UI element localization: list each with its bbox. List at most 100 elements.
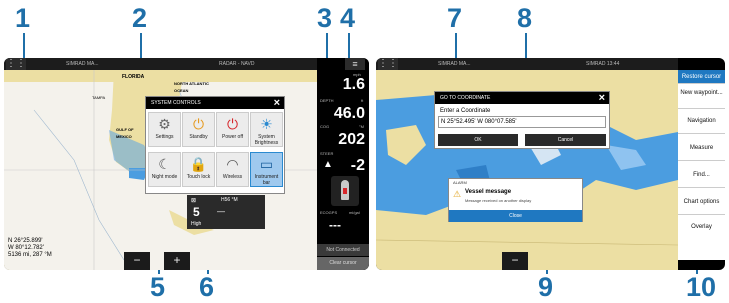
cog-unit: °M: [359, 124, 364, 129]
ecogps-value: ---: [329, 218, 341, 232]
instrument-bar-tile[interactable]: ▭ Instrument bar: [250, 152, 283, 187]
alarm-message: Vessel message: [465, 189, 512, 195]
callout-6: 6: [199, 272, 215, 302]
chart-options-item[interactable]: Chart options: [678, 189, 725, 215]
coordinate-prompt: Enter a Coordinate: [440, 108, 491, 114]
ecogps-unit: mi/gal: [349, 210, 360, 215]
night-mode-tile[interactable]: ☾ Night mode: [148, 152, 181, 187]
wireless-label: Wireless: [222, 174, 243, 180]
goto-coordinate-title: GO TO COORDINATE: [440, 95, 491, 101]
top-bar: SIMRAD MA... RADAR - NAVD: [4, 58, 317, 70]
clear-cursor-button[interactable]: Clear cursor: [317, 257, 369, 270]
callout-line-3: [326, 33, 328, 61]
night-mode-label: Night mode: [151, 174, 178, 180]
gear-icon: ⚙: [158, 116, 171, 132]
goto-coordinate-dialog: GO TO COORDINATE × Enter a Coordinate N …: [434, 91, 610, 149]
alarm-dialog: ALARM ⚠ Vessel message Message received …: [448, 178, 583, 222]
wireless-tile[interactable]: ◠ Wireless: [216, 152, 249, 187]
not-connected-status: Not Connected: [317, 244, 369, 256]
power-off-tile[interactable]: ⏻ Power off: [216, 112, 249, 147]
menu-button[interactable]: ≡: [345, 58, 365, 70]
callout-1: 1: [15, 3, 31, 33]
alarm-subtext: Message received on another display: [465, 198, 532, 203]
zoom-in-button[interactable]: +: [164, 252, 190, 270]
top-bar-left-text: SIMRAD MA...: [438, 61, 471, 67]
cursor-range-bearing: 5136 mi, 287 °M: [8, 252, 52, 258]
goto-coordinate-header: GO TO COORDINATE ×: [435, 92, 609, 104]
zoom-out-button[interactable]: −: [502, 252, 528, 270]
callout-2: 2: [132, 3, 148, 33]
find-item[interactable]: Find...: [678, 162, 725, 188]
callout-line-1: [23, 33, 25, 61]
heading-popup: ⊠ H56 °M 5 — High: [187, 195, 265, 229]
close-icon[interactable]: ×: [599, 92, 605, 104]
tampa-label: TAMPA: [92, 95, 106, 100]
depth-value: 46.0: [333, 105, 365, 122]
popup-value: 5: [193, 205, 200, 219]
settings-tile[interactable]: ⚙ Settings: [148, 112, 181, 147]
sun-icon: ☀: [260, 116, 273, 132]
brightness-tile[interactable]: ☀ System Brightness: [250, 112, 283, 147]
measure-item[interactable]: Measure: [678, 135, 725, 161]
top-bar: SIMRAD MA... SIMRAD 13:44: [376, 58, 678, 70]
gulf-of-mexico-label: GULF OF MEXICO: [116, 127, 134, 139]
alarm-title: ALARM: [453, 180, 467, 185]
brightness-label: System Brightness: [254, 134, 279, 146]
power-icon: ⏻: [226, 116, 239, 132]
new-waypoint-item[interactable]: New waypoint...: [678, 85, 725, 109]
standby-icon: ⏻: [192, 116, 205, 132]
system-controls-header: SYSTEM CONTROLS ×: [146, 97, 284, 109]
florida-label: FLORIDA: [122, 74, 145, 80]
warning-icon: ⚠: [453, 189, 462, 199]
speed-value: 1.6: [342, 76, 365, 93]
home-menu-button[interactable]: ⋮⋮: [6, 58, 26, 70]
power-off-label: Power off: [221, 134, 244, 140]
ok-button[interactable]: OK: [438, 134, 518, 146]
callout-5: 5: [150, 272, 166, 302]
settings-label: Settings: [155, 134, 174, 140]
cursor-latitude: N 26°25.899': [8, 238, 43, 244]
instrument-bar-label: Instrument bar: [254, 174, 279, 186]
home-menu-button[interactable]: ⋮⋮: [378, 58, 398, 70]
alarm-close-button[interactable]: Close: [449, 210, 582, 222]
callout-9: 9: [538, 272, 554, 302]
top-bar-right-text: SIMRAD 13:44: [586, 61, 620, 67]
coordinate-input[interactable]: N 25°52.495' W 080°07.585': [438, 116, 606, 128]
ecogps-label: ECOGPS: [320, 210, 338, 215]
popup-sub: —: [217, 207, 225, 216]
steer-label: STEER: [320, 151, 334, 156]
popup-footer: High: [191, 221, 202, 227]
instrument-panel: ≡ mph 1.6 DEPTH ft 46.0 COG °M 202 STEER…: [317, 58, 369, 270]
standby-tile[interactable]: ⏻ Standby: [182, 112, 215, 147]
restore-cursor-item[interactable]: Restore cursor: [678, 70, 725, 84]
standby-label: Standby: [189, 134, 208, 140]
steer-value: -2: [350, 157, 365, 174]
touch-lock-tile[interactable]: 🔒 Touch lock: [182, 152, 215, 187]
cog-label: COG: [320, 124, 330, 129]
wifi-icon: ◠: [226, 156, 239, 172]
zoom-out-button[interactable]: −: [124, 252, 150, 270]
overlay-item[interactable]: Overlay: [678, 216, 725, 244]
top-bar-left-text: SIMRAD MA...: [66, 61, 99, 67]
callout-4: 4: [340, 3, 356, 33]
depth-label: DEPTH: [320, 98, 334, 103]
lock-icon: 🔒: [189, 156, 208, 172]
popup-icon: ⊠: [191, 198, 197, 204]
instrument-bar-icon: ▭: [259, 156, 274, 172]
popup-heading: H56 °M: [221, 197, 238, 203]
steer-graphic: [331, 176, 359, 206]
cursor-longitude: W 80°12.782': [8, 245, 44, 251]
navigation-item[interactable]: Navigation: [678, 110, 725, 134]
callout-line-4: [348, 33, 350, 61]
callout-8: 8: [517, 3, 533, 33]
callout-10: 10: [686, 272, 717, 302]
close-icon[interactable]: ×: [274, 97, 280, 109]
callout-line-7: [455, 33, 457, 61]
system-controls-dialog: SYSTEM CONTROLS × ⚙ Settings ⏻ Standby ⏻ Po…: [145, 96, 285, 194]
steer-indicator-icon: [343, 188, 347, 194]
right-screen: SIMRAD MA... SIMRAD 13:44 ⋮⋮ GO TO COORD…: [376, 58, 725, 270]
touch-lock-label: Touch lock: [186, 174, 211, 180]
cancel-button[interactable]: Cancel: [525, 134, 606, 146]
left-screen: SIMRAD MA... RADAR - NAVD ⋮⋮ FLORIDA NOR…: [4, 58, 369, 270]
callout-7: 7: [447, 3, 463, 33]
